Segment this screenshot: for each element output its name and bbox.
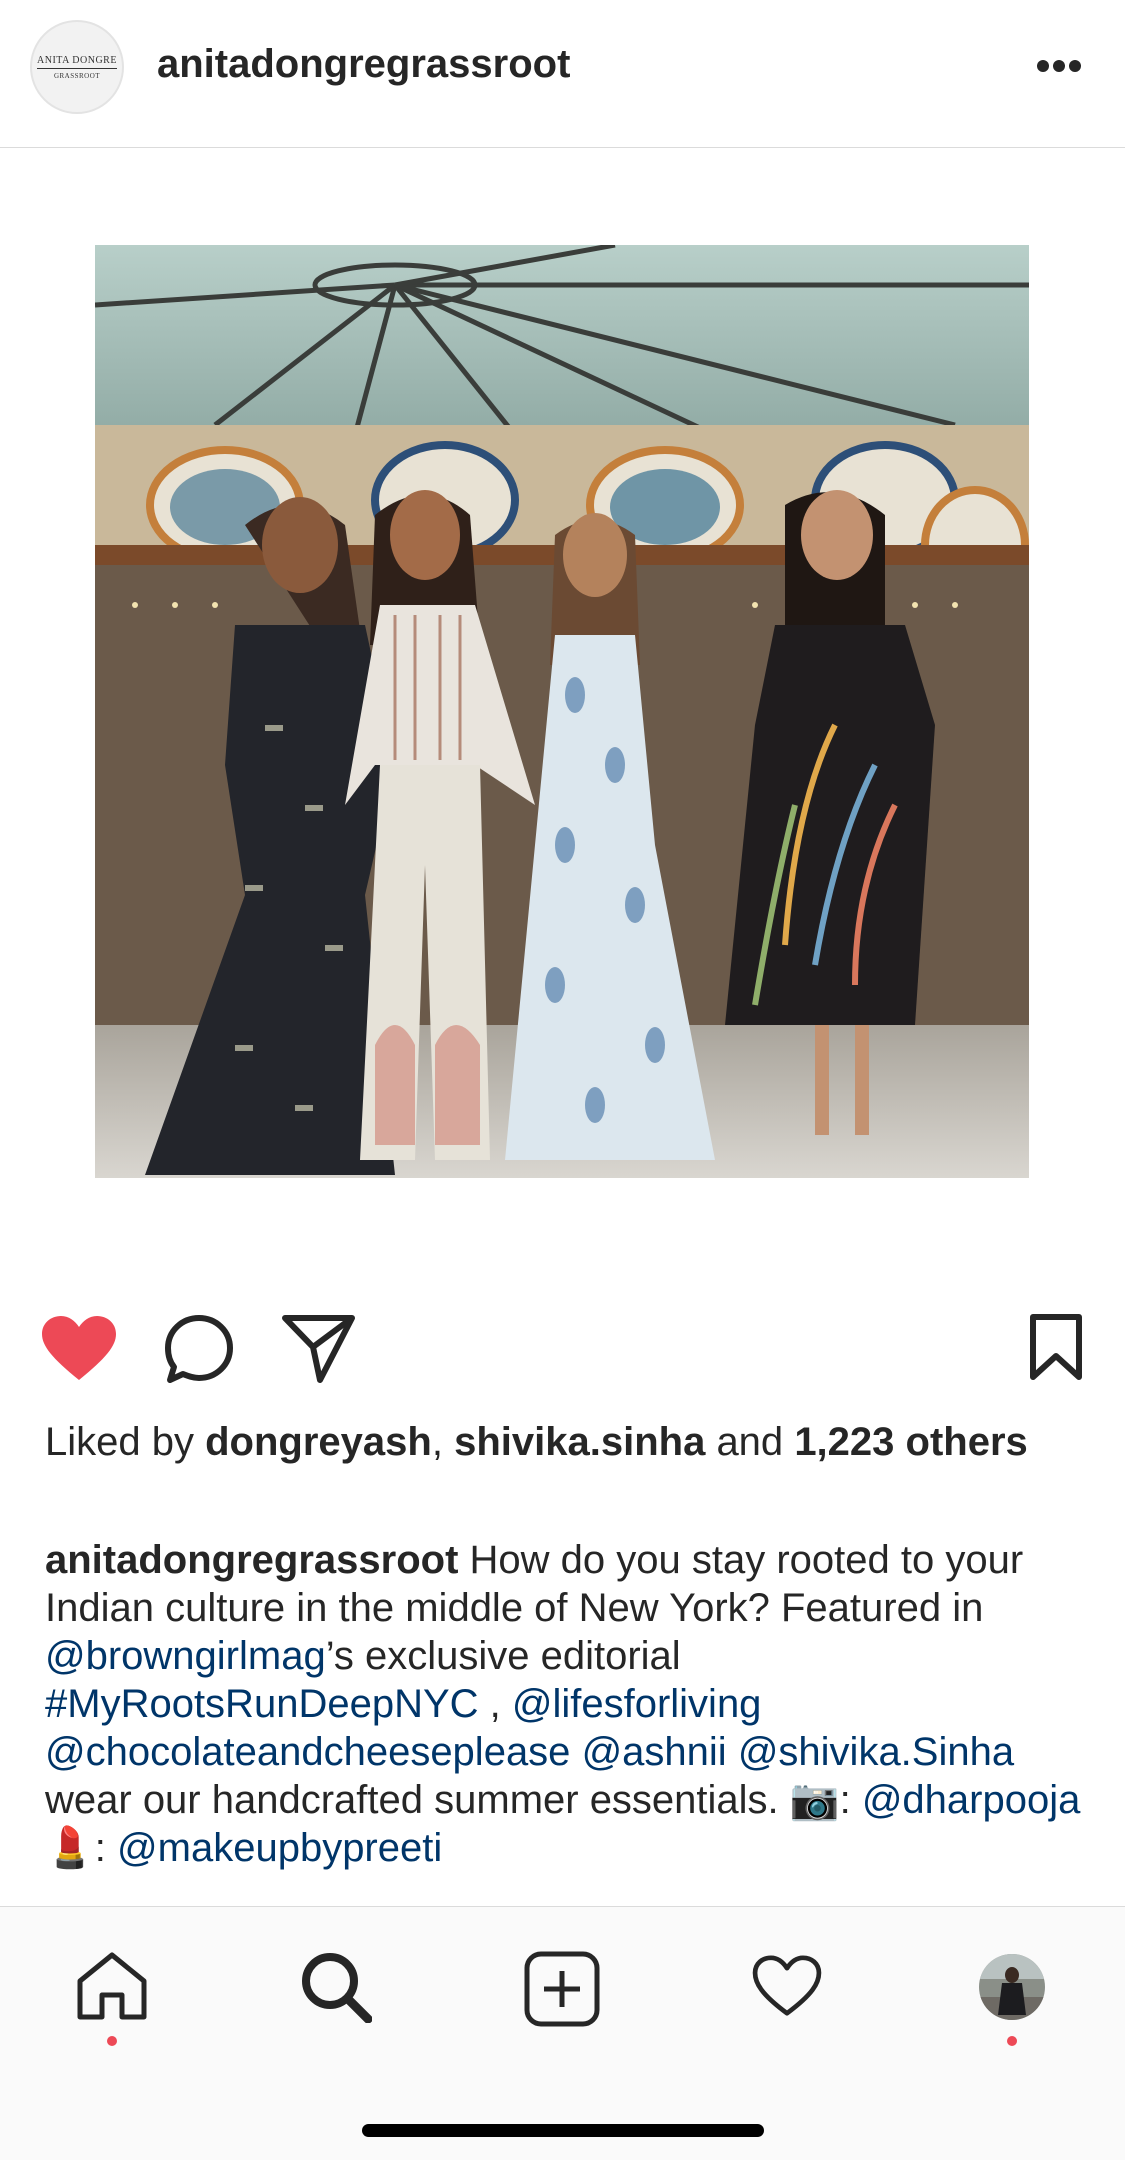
caption-mention[interactable]: @lifesforliving bbox=[512, 1682, 762, 1726]
profile-avatar[interactable] bbox=[978, 1953, 1046, 2021]
home-notification-dot bbox=[107, 2036, 117, 2046]
caption-username[interactable]: anitadongregrassroot bbox=[45, 1538, 458, 1582]
home-icon[interactable] bbox=[76, 1951, 148, 2021]
home-indicator[interactable] bbox=[362, 2124, 764, 2137]
liker-username[interactable]: dongreyash bbox=[205, 1420, 432, 1464]
caption-mention[interactable]: @chocolateandcheeseplease bbox=[45, 1730, 570, 1774]
avatar-brand-line2: GRASSROOT bbox=[53, 71, 101, 80]
caption-mention[interactable]: @browngirlmag bbox=[45, 1634, 326, 1678]
caption-mention[interactable]: @dharpooja bbox=[862, 1778, 1081, 1822]
caption-text: ’s exclusive editorial bbox=[325, 1634, 681, 1678]
caption-text: , bbox=[478, 1682, 512, 1726]
comment-icon[interactable] bbox=[164, 1314, 234, 1384]
post-username[interactable]: anitadongregrassroot bbox=[157, 42, 570, 87]
more-horizontal-icon[interactable] bbox=[1036, 58, 1082, 74]
profile-notification-dot bbox=[1007, 2036, 1017, 2046]
likes-summary: Liked by dongreyash, shivika.sinha and 1… bbox=[45, 1418, 1085, 1466]
likes-separator: , bbox=[431, 1420, 443, 1464]
caption-mention[interactable]: @shivika.Sinha bbox=[738, 1730, 1014, 1774]
search-icon[interactable] bbox=[300, 1951, 372, 2023]
caption-text bbox=[727, 1730, 738, 1774]
caption-mention[interactable]: @ashnii bbox=[582, 1730, 727, 1774]
caption-text bbox=[570, 1730, 581, 1774]
bookmark-icon[interactable] bbox=[1030, 1314, 1082, 1380]
liker-username[interactable]: shivika.sinha bbox=[454, 1420, 705, 1464]
carousel-photo-illustration bbox=[95, 245, 1029, 1178]
post-actions bbox=[0, 1300, 1125, 1390]
likes-count[interactable]: 1,223 others bbox=[794, 1420, 1027, 1464]
direct-share-icon[interactable] bbox=[282, 1314, 356, 1384]
post-caption: anitadongregrassroot How do you stay roo… bbox=[45, 1536, 1095, 1872]
liked-by-prefix: Liked by bbox=[45, 1420, 194, 1464]
caption-text: wear our handcrafted summer essentials. … bbox=[45, 1778, 862, 1822]
caption-hashtag[interactable]: #MyRootsRunDeepNYC bbox=[45, 1682, 479, 1726]
add-post-icon[interactable] bbox=[524, 1951, 600, 2027]
heart-outline-icon[interactable] bbox=[752, 1955, 822, 2017]
caption-mention[interactable]: @makeupbypreeti bbox=[117, 1826, 442, 1870]
heart-filled-icon[interactable] bbox=[42, 1316, 116, 1382]
post-photo[interactable] bbox=[95, 245, 1029, 1178]
caption-text: 💄: bbox=[45, 1826, 118, 1870]
avatar-brand-line1: ANITA DONGRE bbox=[37, 55, 117, 69]
bottom-tab-bar bbox=[0, 1906, 1125, 2160]
post-header: ANITA DONGRE GRASSROOT anitadongregrassr… bbox=[0, 0, 1125, 148]
likes-and: and bbox=[716, 1420, 784, 1464]
profile-avatar[interactable]: ANITA DONGRE GRASSROOT bbox=[30, 20, 124, 114]
